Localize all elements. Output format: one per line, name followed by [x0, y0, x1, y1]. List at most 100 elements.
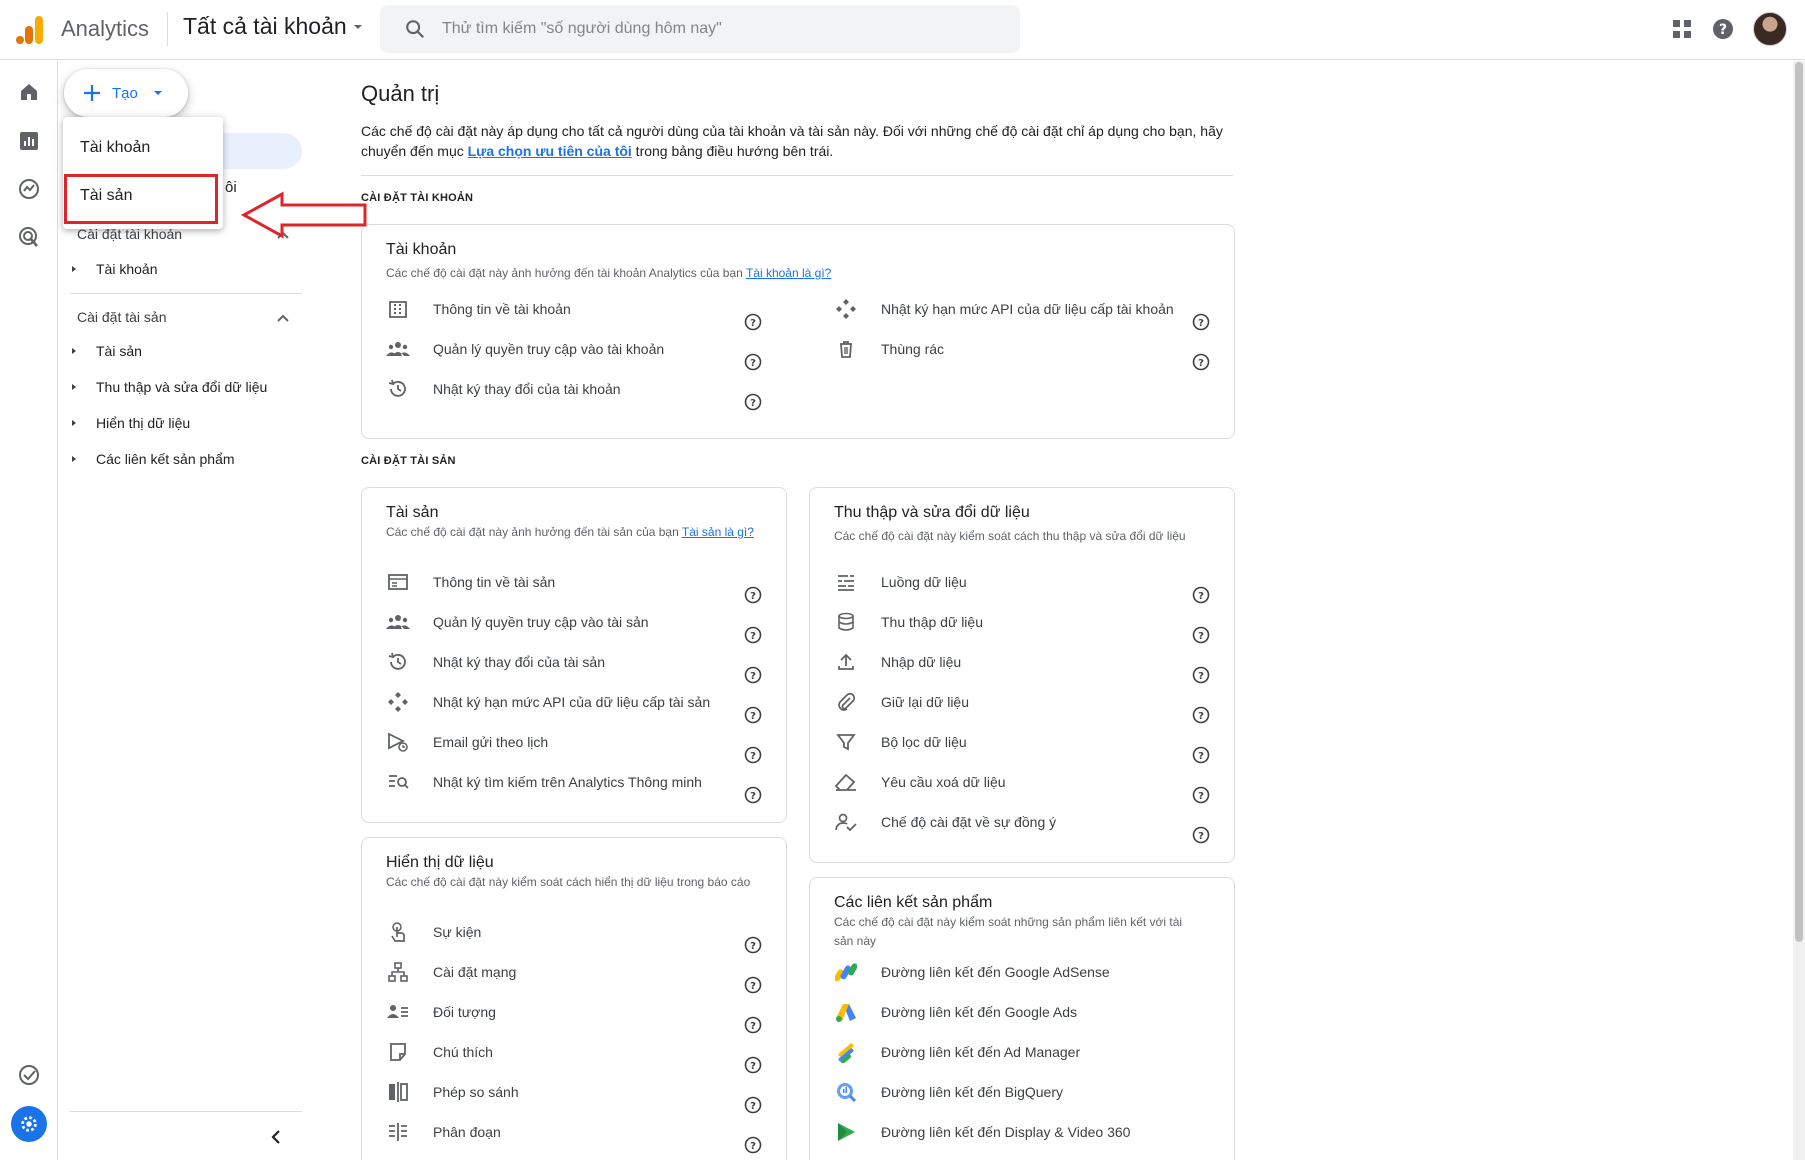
advertising-icon[interactable] — [17, 225, 41, 249]
svg-text:?: ? — [750, 791, 756, 802]
row-data-filters[interactable]: Bộ lọc dữ liệu — [834, 730, 967, 754]
scrollbar-thumb[interactable] — [1795, 62, 1803, 942]
row-account-change-history[interactable]: Nhật ký thay đổi của tài khoản — [386, 377, 621, 401]
help-circle-icon[interactable]: ? — [1192, 353, 1210, 371]
row-data-deletion[interactable]: Yêu cầu xoá dữ liệu — [834, 770, 1006, 794]
nav-item-data-display[interactable]: Hiển thị dữ liệu — [64, 415, 190, 431]
nav-section-property[interactable]: Cài đặt tài sản — [77, 309, 167, 325]
what-is-account-link[interactable]: Tài khoản là gì? — [746, 266, 831, 280]
nav-item-label: Tài sản — [96, 343, 142, 359]
help-circle-icon[interactable]: ? — [744, 936, 762, 954]
nav-item-account[interactable]: Tài khoản — [64, 261, 157, 277]
row-data-import[interactable]: Nhập dữ liệu — [834, 650, 961, 674]
reports-icon[interactable] — [17, 129, 41, 153]
search-box[interactable] — [380, 5, 1020, 53]
user-avatar[interactable] — [1753, 12, 1787, 46]
account-card: Tài khoản Các chế độ cài đặt này ảnh hưở… — [361, 224, 1235, 439]
my-preferences-link[interactable]: Lựa chọn ưu tiên của tôi — [468, 143, 632, 159]
page-title: Quản trị — [361, 81, 440, 106]
row-network-settings[interactable]: Cài đặt mạng — [386, 960, 516, 984]
row-data-retention[interactable]: Giữ lại dữ liệu — [834, 690, 969, 714]
api-icon — [834, 297, 858, 321]
row-property-access[interactable]: Quản lý quyền truy cập vào tài sản — [386, 610, 649, 634]
help-circle-icon[interactable]: ? — [744, 786, 762, 804]
row-label: Đường liên kết đến Google Ads — [881, 1004, 1078, 1020]
row-google-ads-link[interactable]: Đường liên kết đến Google Ads — [834, 1000, 1077, 1024]
row-bigquery-link[interactable]: Đường liên kết đến BigQuery — [834, 1080, 1063, 1104]
help-circle-icon[interactable]: ? — [1192, 586, 1210, 604]
nav-item-label: Hiển thị dữ liệu — [96, 415, 191, 431]
paperclip-icon — [834, 690, 858, 714]
row-account-info[interactable]: Thông tin về tài khoản — [386, 297, 571, 321]
check-circle-icon[interactable] — [17, 1063, 41, 1087]
main-content: Quản trị Các chế độ cài đặt này áp dụng … — [310, 61, 1795, 1160]
help-circle-icon[interactable]: ? — [744, 626, 762, 644]
search-input[interactable] — [442, 20, 1002, 38]
row-account-api-quota[interactable]: Nhật ký hạn mức API của dữ liệu cấp tài … — [834, 297, 1174, 321]
segment-icon — [386, 1120, 410, 1144]
row-search-history[interactable]: Nhật ký tìm kiếm trên Analytics Thông mi… — [386, 770, 702, 794]
row-adsense-link[interactable]: Đường liên kết đến Google AdSense — [834, 960, 1110, 984]
account-picker[interactable]: Tất cả tài khoản — [183, 13, 365, 40]
apps-grid-icon[interactable] — [1671, 18, 1693, 40]
help-circle-icon[interactable]: ? — [1192, 666, 1210, 684]
help-circle-icon[interactable]: ? — [1192, 786, 1210, 804]
chevron-up-icon[interactable] — [275, 310, 291, 326]
nav-item-property[interactable]: Tài sản — [64, 343, 142, 359]
row-ad-manager-link[interactable]: Đường liên kết đến Ad Manager — [834, 1040, 1080, 1064]
row-audiences[interactable]: Đối tượng — [386, 1000, 496, 1024]
nav-item-data-collection[interactable]: Thu thập và sửa đổi dữ liệu — [64, 379, 267, 395]
explore-icon[interactable] — [17, 177, 41, 201]
collapse-nav-chevron-icon[interactable] — [266, 1127, 286, 1147]
help-circle-icon[interactable]: ? — [1192, 706, 1210, 724]
row-events[interactable]: Sự kiện — [386, 920, 481, 944]
trash-icon — [834, 337, 858, 361]
row-comparisons[interactable]: Phép so sánh — [386, 1080, 519, 1104]
row-scheduled-emails[interactable]: Email gửi theo lịch — [386, 730, 548, 754]
card-title: Các liên kết sản phẩm — [834, 894, 993, 911]
admin-gear-icon[interactable] — [11, 1106, 47, 1142]
help-circle-icon[interactable]: ? — [744, 706, 762, 724]
help-circle-icon[interactable]: ? — [1192, 313, 1210, 331]
row-account-access[interactable]: Quản lý quyền truy cập vào tài khoản — [386, 337, 664, 361]
help-circle-icon[interactable]: ? — [744, 1056, 762, 1074]
row-data-collection[interactable]: Thu thập dữ liệu — [834, 610, 983, 634]
row-property-info[interactable]: Thông tin về tài sản — [386, 570, 555, 594]
help-circle-icon[interactable]: ? — [1192, 626, 1210, 644]
help-circle-icon[interactable]: ? — [744, 1096, 762, 1114]
help-circle-icon[interactable]: ? — [744, 1016, 762, 1034]
row-property-change-history[interactable]: Nhật ký thay đổi của tài sản — [386, 650, 605, 674]
row-segments[interactable]: Phân đoạn — [386, 1120, 501, 1144]
history-icon — [386, 650, 410, 674]
menu-item-account[interactable]: Tài khoản — [80, 139, 150, 157]
card-title: Tài sản — [386, 504, 439, 521]
help-circle-icon[interactable]: ? — [744, 746, 762, 764]
row-consent-settings[interactable]: Chế độ cài đặt về sự đồng ý — [834, 810, 1056, 834]
help-circle-icon[interactable]: ? — [744, 976, 762, 994]
nav-item-product-links[interactable]: Các liên kết sản phẩm — [64, 451, 235, 467]
svg-text:?: ? — [1198, 318, 1204, 329]
help-circle-icon[interactable]: ? — [744, 393, 762, 411]
help-circle-icon[interactable]: ? — [744, 353, 762, 371]
help-circle-icon[interactable]: ? — [1192, 826, 1210, 844]
help-circle-icon[interactable]: ? — [744, 313, 762, 331]
row-trash[interactable]: Thùng rác — [834, 337, 944, 361]
row-annotations[interactable]: Chú thích — [386, 1040, 493, 1064]
help-icon[interactable]: ? — [1711, 17, 1735, 41]
analytics-logo-icon[interactable] — [16, 15, 44, 45]
row-data-streams[interactable]: Luồng dữ liệu — [834, 570, 967, 594]
data-display-card: Hiển thị dữ liệu Các chế độ cài đặt này … — [361, 837, 787, 1160]
create-button[interactable]: Tạo — [64, 69, 188, 117]
row-property-api-quota[interactable]: Nhật ký hạn mức API của dữ liệu cấp tài … — [386, 690, 710, 714]
home-icon[interactable] — [17, 80, 41, 104]
help-circle-icon[interactable]: ? — [744, 586, 762, 604]
help-circle-icon[interactable]: ? — [1192, 746, 1210, 764]
help-circle-icon[interactable]: ? — [744, 666, 762, 684]
help-circle-icon[interactable]: ? — [744, 1136, 762, 1154]
row-label: Chú thích — [433, 1044, 493, 1060]
network-icon — [386, 960, 410, 984]
nav-item-label: Thu thập và sửa đổi dữ liệu — [96, 379, 268, 395]
row-dv360-link[interactable]: Đường liên kết đến Display & Video 360 — [834, 1120, 1130, 1144]
what-is-property-link[interactable]: Tài sản là gì? — [682, 525, 754, 539]
people-icon — [386, 610, 410, 634]
